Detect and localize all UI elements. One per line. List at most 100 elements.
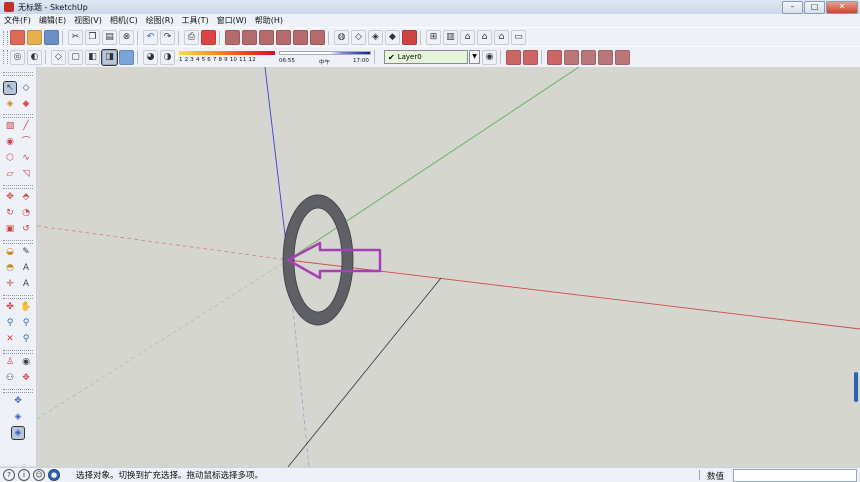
shadow-month-slider[interactable]: 1 2 3 4 5 6 7 8 9 10 11 12 <box>179 49 275 65</box>
scale-icon[interactable]: ◔ <box>20 207 32 219</box>
wireframe-icon[interactable]: ◇ <box>351 30 366 45</box>
push-icon[interactable]: ▣ <box>4 223 16 235</box>
axes-icon[interactable]: ✛ <box>4 278 16 290</box>
flip-edge-icon[interactable] <box>615 49 630 65</box>
paste-icon[interactable]: ▤ <box>102 30 117 45</box>
menu-draw[interactable]: 绘图(R) <box>142 14 178 27</box>
ring-shape[interactable] <box>282 194 354 326</box>
previous-view-icon[interactable]: ⚲ <box>20 333 32 345</box>
menu-file[interactable]: 文件(F) <box>0 14 35 27</box>
smoove-icon[interactable] <box>547 49 562 65</box>
dimension-icon[interactable]: ✎ <box>20 246 32 258</box>
help-icon[interactable]: ? <box>3 469 15 481</box>
rotate2-icon[interactable]: ↺ <box>20 223 32 235</box>
sandbox-icon[interactable]: ✥ <box>12 395 24 407</box>
back-view-icon[interactable] <box>293 30 308 45</box>
open-file-icon[interactable] <box>27 30 42 45</box>
print-icon[interactable]: ⎙ <box>184 30 199 45</box>
x-ray-icon[interactable]: ◍ <box>334 30 349 45</box>
shadow-toggle-icon[interactable]: ◑ <box>160 49 175 65</box>
shadow-settings-icon[interactable]: ◕ <box>143 49 158 65</box>
style-shaded-texture-icon[interactable]: ◨ <box>101 48 118 66</box>
style-monochrome-icon[interactable] <box>119 49 134 65</box>
component-icon[interactable]: ⌂ <box>460 30 475 45</box>
toolbar-grip[interactable] <box>3 30 8 45</box>
menu-edit[interactable]: 编辑(E) <box>35 14 70 27</box>
undo-icon[interactable]: ↶ <box>143 30 158 45</box>
toolbar-grip[interactable] <box>3 50 8 64</box>
zoom-window-icon[interactable]: ⚲ <box>20 317 32 329</box>
modeling-viewport[interactable] <box>37 67 860 467</box>
pan-icon[interactable]: ✋ <box>20 301 32 313</box>
maximize-button[interactable]: □ <box>804 1 825 14</box>
right-view-icon[interactable] <box>276 30 291 45</box>
cut-icon[interactable]: ✂ <box>68 30 83 45</box>
info-icon[interactable]: i <box>18 469 30 481</box>
tape-measure-icon[interactable]: ◒ <box>4 246 16 258</box>
shadow-time-slider[interactable]: 06:55 中午 17:00 <box>279 49 371 66</box>
layer-dropdown-button[interactable]: ▼ <box>469 50 480 64</box>
sandbox-from-contours-icon[interactable] <box>506 49 521 65</box>
model-info-icon[interactable] <box>201 30 216 45</box>
text-icon[interactable]: A <box>20 262 32 274</box>
menu-view[interactable]: 视图(V) <box>70 14 106 27</box>
house-icon[interactable]: ⌂ <box>494 30 509 45</box>
copy-icon[interactable]: ❐ <box>85 30 100 45</box>
scene-canvas[interactable] <box>37 67 860 467</box>
add-detail-icon[interactable] <box>598 49 613 65</box>
shaded-icon[interactable]: ◆ <box>385 30 400 45</box>
style-shaded-icon[interactable]: ◧ <box>85 49 100 65</box>
iso-view-icon[interactable] <box>225 30 240 45</box>
front-view-icon[interactable] <box>259 30 274 45</box>
erase-icon[interactable]: ⊗ <box>119 30 134 45</box>
3d-text-icon[interactable]: A <box>20 278 32 290</box>
look-around-icon[interactable]: ◉ <box>20 356 32 368</box>
style-x-ray-icon[interactable]: ◎ <box>10 49 25 65</box>
sandbox3-icon[interactable]: ◈ <box>11 426 25 440</box>
shaded-texture-icon[interactable] <box>402 30 417 45</box>
layer-manager-icon[interactable]: ◉ <box>482 49 497 65</box>
style-back-edges-icon[interactable]: ◐ <box>27 49 42 65</box>
user-icon[interactable]: ☺ <box>33 469 45 481</box>
circle-icon[interactable]: ◉ <box>4 136 16 148</box>
drape-icon[interactable] <box>581 49 596 65</box>
walk-icon[interactable]: ⚇ <box>4 372 16 384</box>
menu-help[interactable]: 帮助(H) <box>251 14 287 27</box>
minimize-button[interactable]: – <box>782 1 803 14</box>
component-icon[interactable]: ◇ <box>20 82 32 94</box>
zoom-icon[interactable]: ⚲ <box>4 317 16 329</box>
line-icon[interactable]: ╱ <box>20 120 32 132</box>
menu-tools[interactable]: 工具(T) <box>178 14 213 27</box>
redo-icon[interactable]: ↷ <box>160 30 175 45</box>
warehouse-icon[interactable]: ⌂ <box>477 30 492 45</box>
protractor-icon[interactable]: ◓ <box>4 262 16 274</box>
paint-bucket-icon[interactable]: ◈ <box>4 98 16 110</box>
arc-icon[interactable]: ⌒ <box>20 136 32 148</box>
offset-icon[interactable]: ▱ <box>4 168 16 180</box>
get-models-icon[interactable]: ⊞ <box>426 30 441 45</box>
save-file-icon[interactable] <box>44 30 59 45</box>
left-view-icon[interactable] <box>310 30 325 45</box>
layers-icon[interactable]: ▭ <box>511 30 526 45</box>
select-icon[interactable]: ↖ <box>3 81 17 95</box>
measurement-input[interactable] <box>733 469 857 482</box>
share-model-icon[interactable]: ▥ <box>443 30 458 45</box>
push-pull-icon[interactable]: ⬘ <box>20 191 32 203</box>
move-icon[interactable]: ✥ <box>4 191 16 203</box>
orbit-icon[interactable]: ✤ <box>4 301 16 313</box>
menu-camera[interactable]: 相机(C) <box>106 14 142 27</box>
zoom-extents-icon[interactable]: ✕ <box>4 333 16 345</box>
style-wireframe-icon[interactable]: ◇ <box>51 49 66 65</box>
layer-select[interactable]: ✔ Layer0 <box>384 50 468 64</box>
new-file-icon[interactable] <box>10 30 25 45</box>
rectangle-icon[interactable]: ▧ <box>4 120 16 132</box>
geo-location-icon[interactable]: ● <box>48 469 60 481</box>
sandbox2-icon[interactable]: ◈ <box>12 411 24 423</box>
eraser-icon[interactable]: ◆ <box>20 98 32 110</box>
rotate-icon[interactable]: ↻ <box>4 207 16 219</box>
close-button[interactable]: ✕ <box>826 1 858 14</box>
menu-window[interactable]: 窗口(W) <box>213 14 251 27</box>
style-hidden-line-icon[interactable]: ▢ <box>68 49 83 65</box>
follow-me-icon[interactable]: ◹ <box>20 168 32 180</box>
stamp-icon[interactable] <box>564 49 579 65</box>
